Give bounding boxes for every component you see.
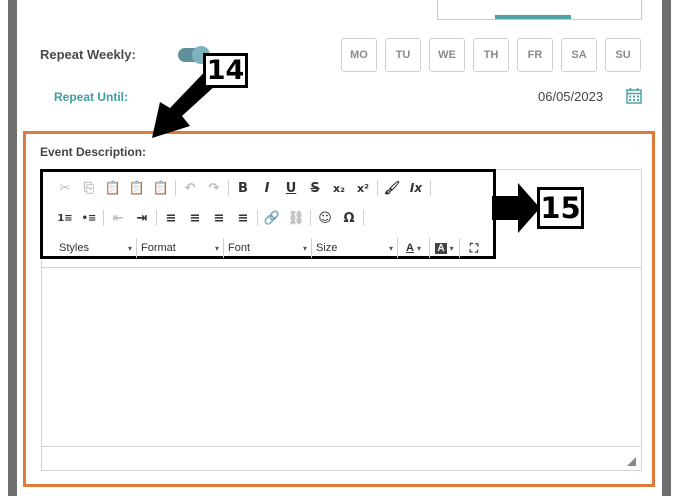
- toolbar-separator: [257, 210, 258, 226]
- format-dropdown[interactable]: Format ▾: [137, 238, 224, 258]
- italic-icon[interactable]: I: [257, 178, 277, 198]
- copy-formatting-icon[interactable]: 🖌: [382, 178, 402, 198]
- repeat-weekly-label: Repeat Weekly:: [40, 47, 136, 62]
- day-button-su[interactable]: SU: [605, 38, 641, 72]
- day-button-fr[interactable]: FR: [517, 38, 553, 72]
- toolbar-separator: [228, 180, 229, 196]
- left-frame: [8, 0, 17, 496]
- size-dropdown[interactable]: Size ▾: [312, 238, 398, 258]
- outdent-icon[interactable]: ⇤: [108, 208, 128, 228]
- text-color-button[interactable]: A ▾: [398, 238, 430, 258]
- align-center-icon[interactable]: ≡: [185, 208, 205, 228]
- paste-text-icon[interactable]: 📋: [127, 178, 147, 198]
- font-dropdown-label: Font: [228, 242, 251, 254]
- toolbar-row-1: ✂ ⎘ 📋 📋 📋 ↶ ↷ B I U S x₂ x² 🖌 Ix: [55, 178, 435, 198]
- active-tab-indicator: [495, 15, 571, 19]
- background-color-icon: A: [435, 242, 447, 254]
- chevron-down-icon: ▾: [416, 243, 421, 253]
- font-dropdown[interactable]: Font ▾: [224, 238, 312, 258]
- maximize-icon[interactable]: ⛶: [464, 238, 484, 258]
- repeat-until-value[interactable]: 06/05/2023: [538, 89, 603, 104]
- callout-15: 15: [537, 187, 584, 229]
- superscript-icon[interactable]: x²: [353, 178, 373, 198]
- day-button-th[interactable]: TH: [473, 38, 509, 72]
- day-button-tu[interactable]: TU: [385, 38, 421, 72]
- right-frame: [662, 0, 671, 496]
- day-button-mo[interactable]: MO: [341, 38, 377, 72]
- toolbar-separator: [156, 210, 157, 226]
- toolbar-separator: [175, 180, 176, 196]
- cut-icon[interactable]: ✂: [55, 178, 75, 198]
- chevron-down-icon: ▾: [127, 243, 132, 253]
- remove-format-icon[interactable]: Ix: [406, 178, 426, 198]
- day-button-sa[interactable]: SA: [561, 38, 597, 72]
- undo-icon[interactable]: ↶: [180, 178, 200, 198]
- unlink-icon[interactable]: ⛓: [286, 208, 306, 228]
- chevron-down-icon: ▾: [214, 243, 219, 253]
- numbered-list-icon[interactable]: 1≡: [55, 208, 75, 228]
- editor-content-area[interactable]: [42, 267, 641, 447]
- chevron-down-icon: ▾: [302, 243, 307, 253]
- repeat-until-label: Repeat Until:: [54, 90, 129, 104]
- toolbar-separator: [103, 210, 104, 226]
- callout-14: 14: [203, 53, 248, 88]
- paste-word-icon[interactable]: 📋: [151, 178, 171, 198]
- align-right-icon[interactable]: ≡: [209, 208, 229, 228]
- size-dropdown-label: Size: [316, 242, 338, 254]
- toolbar-separator: [363, 210, 364, 226]
- styles-dropdown-label: Styles: [59, 242, 89, 254]
- text-color-icon: A: [406, 242, 414, 254]
- paste-icon[interactable]: 📋: [103, 178, 123, 198]
- align-justify-icon[interactable]: ≡: [233, 208, 253, 228]
- bold-icon[interactable]: B: [233, 178, 253, 198]
- toolbar-separator: [430, 180, 431, 196]
- styles-dropdown[interactable]: Styles ▾: [55, 238, 137, 258]
- resize-handle-icon[interactable]: [627, 457, 636, 466]
- event-description-label: Event Description:: [40, 145, 147, 159]
- special-char-icon[interactable]: Ω: [339, 208, 359, 228]
- link-icon[interactable]: 🔗: [262, 208, 282, 228]
- day-button-we[interactable]: WE: [429, 38, 465, 72]
- toolbar-separator: [377, 180, 378, 196]
- chevron-down-icon: ▾: [388, 243, 393, 253]
- toolbar-separator: [310, 210, 311, 226]
- chevron-down-icon: ▾: [449, 243, 454, 253]
- align-left-icon[interactable]: ≡: [161, 208, 181, 228]
- editor-toolbar: ✂ ⎘ 📋 📋 📋 ↶ ↷ B I U S x₂ x² 🖌 Ix 1≡ •≡ ⇤…: [40, 169, 496, 259]
- toolbar-row-2: 1≡ •≡ ⇤ ⇥ ≡ ≡ ≡ ≡ 🔗 ⛓ ☺ Ω: [55, 208, 368, 228]
- format-dropdown-label: Format: [141, 242, 176, 254]
- callout-arrow-15: [492, 183, 540, 233]
- smiley-icon[interactable]: ☺: [315, 208, 335, 228]
- bulleted-list-icon[interactable]: •≡: [79, 208, 99, 228]
- editor-statusbar: [42, 446, 641, 470]
- subscript-icon[interactable]: x₂: [329, 178, 349, 198]
- background-color-button[interactable]: A ▾: [430, 238, 460, 258]
- calendar-icon[interactable]: [625, 87, 643, 105]
- strikethrough-icon[interactable]: S: [305, 178, 325, 198]
- underline-icon[interactable]: U: [281, 178, 301, 198]
- copy-icon[interactable]: ⎘: [79, 178, 99, 198]
- toolbar-row-3: Styles ▾ Format ▾ Font ▾ Size ▾ A ▾ A ▾ …: [55, 238, 488, 258]
- top-tabs: [437, 0, 642, 20]
- indent-icon[interactable]: ⇥: [132, 208, 152, 228]
- redo-icon[interactable]: ↷: [204, 178, 224, 198]
